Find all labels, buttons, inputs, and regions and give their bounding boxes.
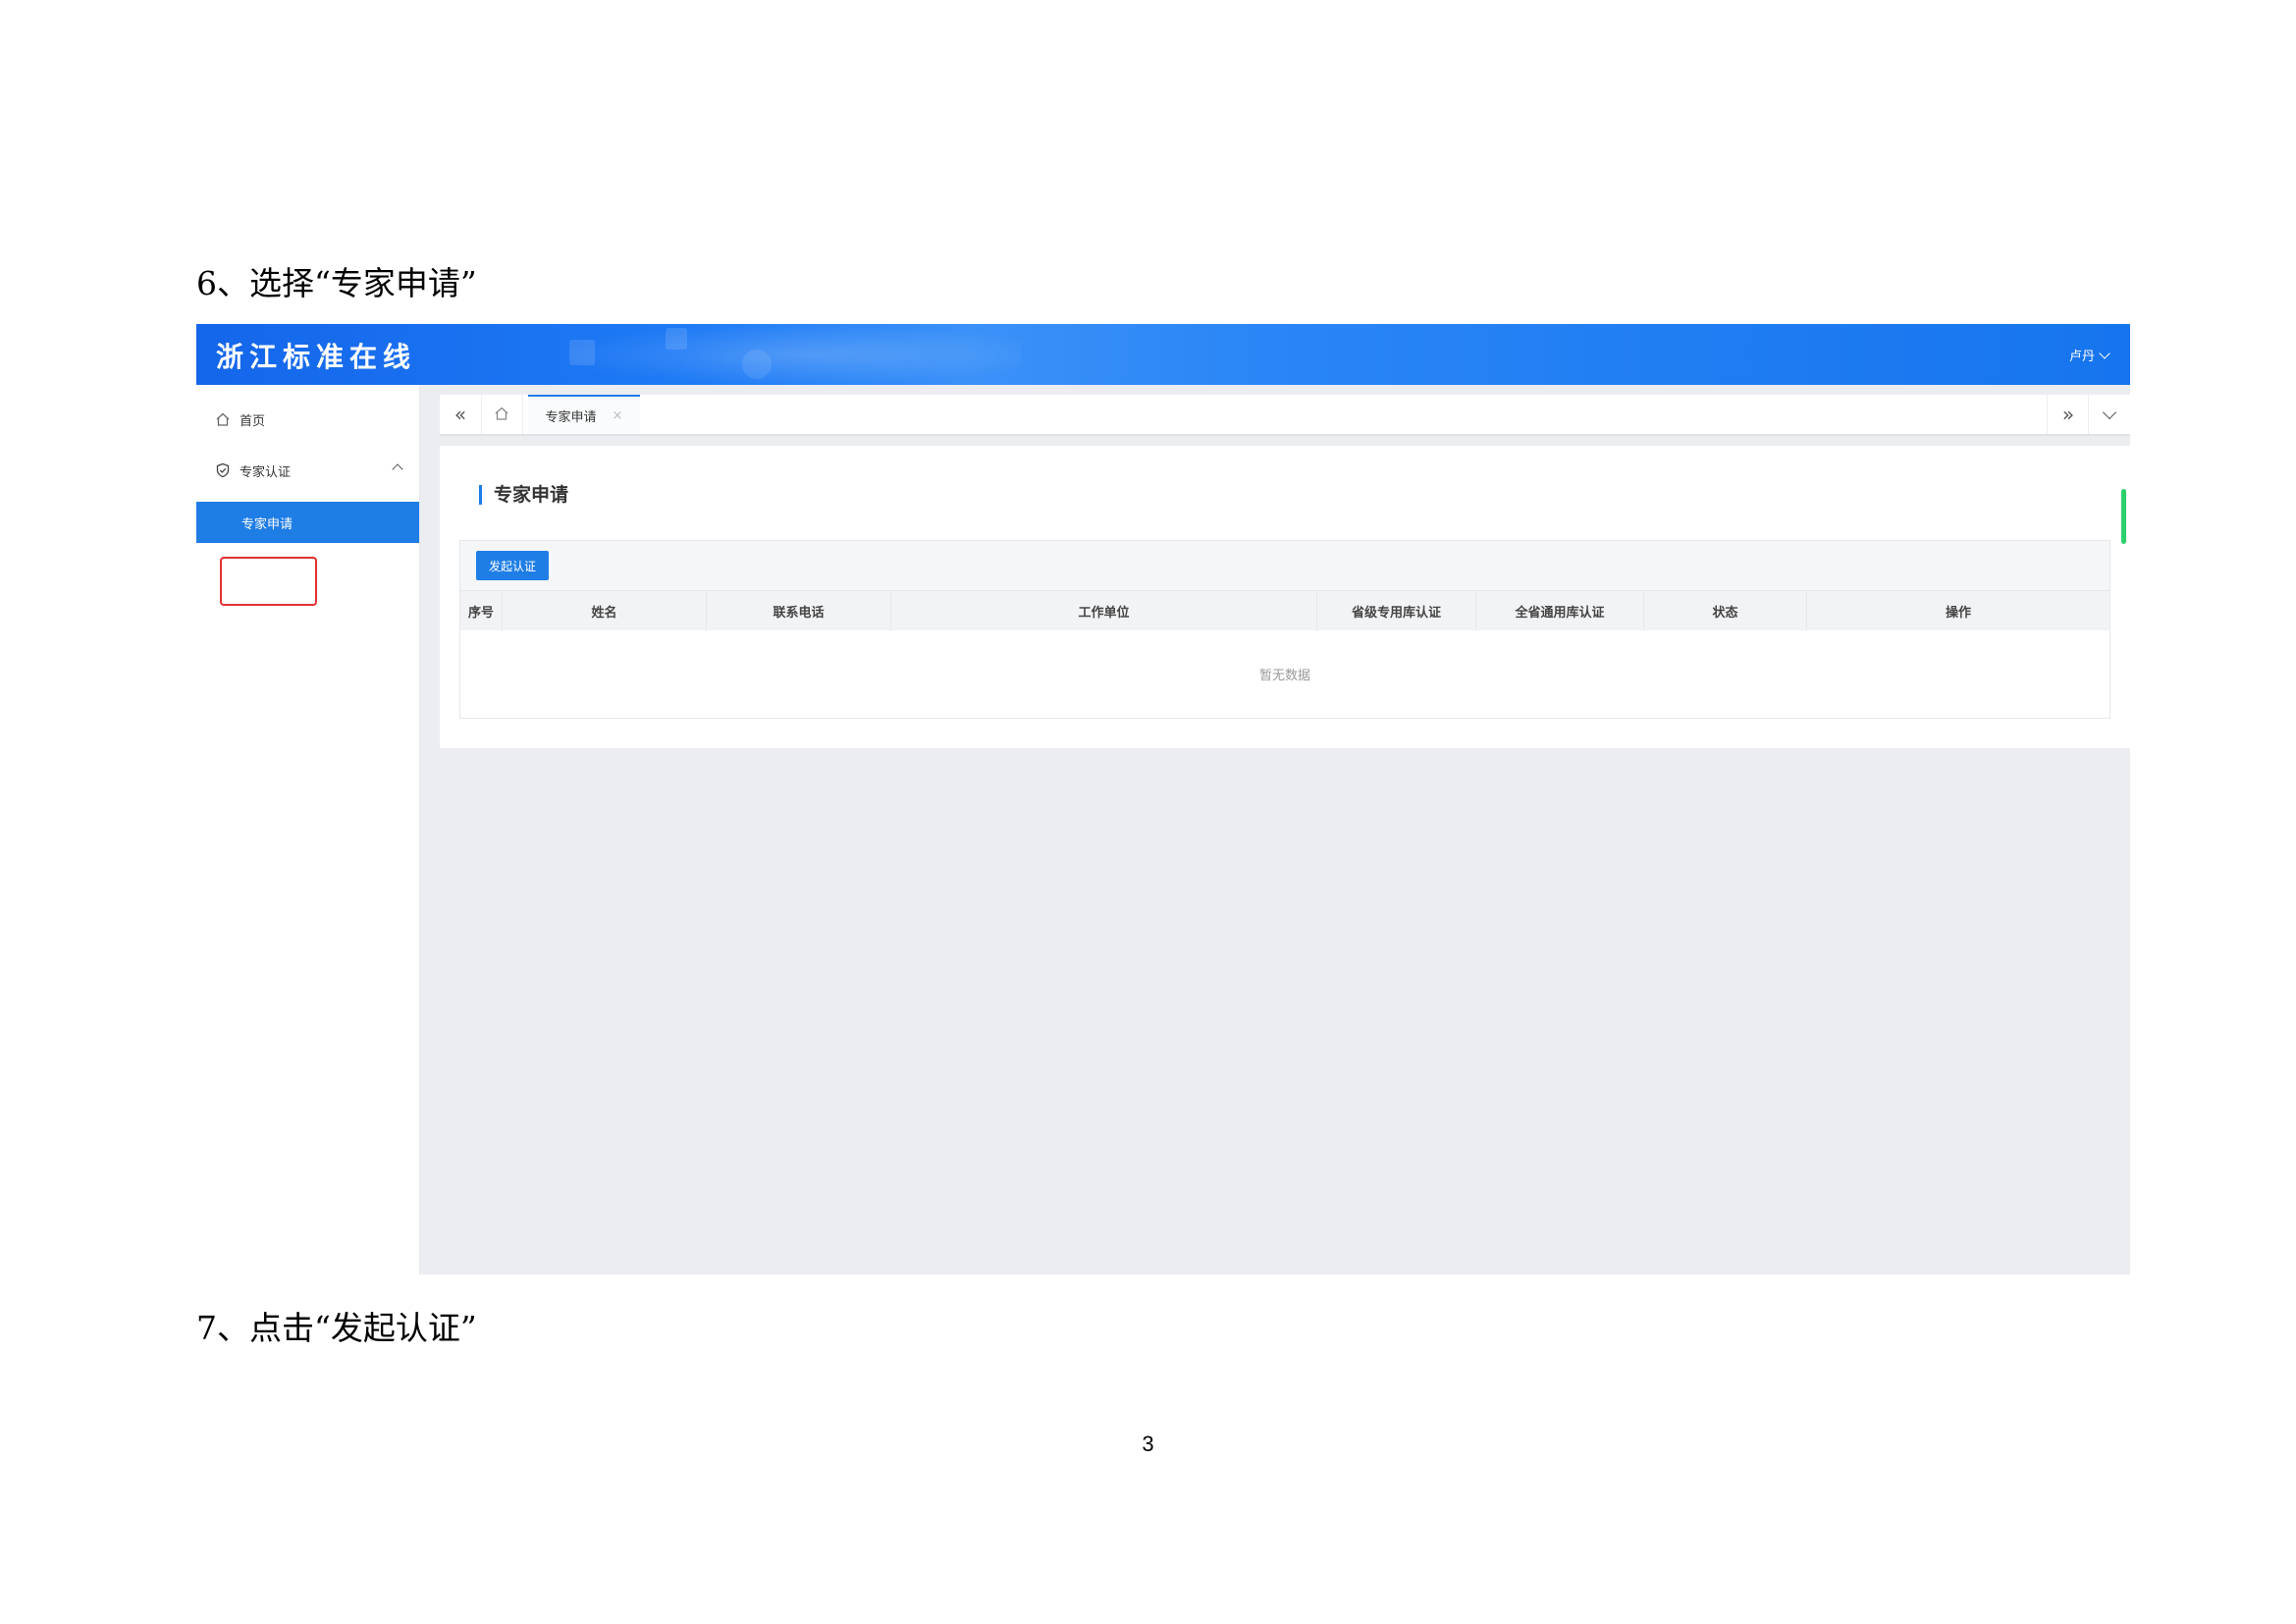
chevron-down-icon [2099,347,2110,359]
double-chevron-right-icon: » [2061,403,2075,426]
column-header: 序号 [460,591,503,630]
sidebar-item-label: 首页 [240,413,266,429]
sidebar-item-home[interactable]: 首页 [196,399,419,440]
sidebar-item-label: 专家认证 [240,464,292,480]
app-header: 浙江标准在线 卢丹 [196,324,2130,385]
table-header: 序号 姓名 联系电话 工作单位 省级专用库认证 全省通用库认证 状态 操作 [460,590,2109,631]
app-screenshot: 浙江标准在线 卢丹 首页 专家认证 专家申请 « 专家申请 × » 专家申请 发… [196,324,2130,1274]
column-header: 省级专用库认证 [1317,591,1476,630]
column-header: 工作单位 [891,591,1317,630]
sidebar-item-expert-application[interactable]: 专家申请 [196,502,419,543]
scroll-tabs-right-button[interactable]: » [2047,395,2089,434]
sidebar-item-expert-certification[interactable]: 专家认证 [196,450,419,491]
user-menu[interactable]: 卢丹 [2068,346,2110,364]
empty-state-text: 暂无数据 [1258,669,1310,683]
tab-options-button[interactable] [2088,395,2130,434]
home-icon [214,410,232,428]
double-chevron-left-icon: « [454,403,467,426]
tab-expert-application[interactable]: 专家申请 × [528,395,640,434]
scroll-tabs-left-button[interactable]: « [440,395,482,434]
page-title: 专家申请 [479,485,568,505]
scrollbar[interactable] [2121,489,2126,544]
page-number: 3 [1142,1432,1154,1456]
step-6-instruction: 6、选择“专家申请” [196,264,477,302]
column-header: 操作 [1945,605,1971,621]
column-header: 全省通用库认证 [1476,591,1644,630]
column-header: 姓名 [503,591,707,630]
column-header: 联系电话 [707,591,891,630]
header-decoration-square [666,328,687,350]
home-icon [494,403,509,426]
start-certification-button[interactable]: 发起认证 [476,551,549,580]
app-logo: 浙江标准在线 [216,341,417,373]
tab-bar: « 专家申请 × » [440,395,2130,436]
tab-label: 专家申请 [545,409,597,425]
table-body: 暂无数据 [460,630,2109,718]
tab-home[interactable] [481,395,523,434]
shield-check-icon [214,461,232,479]
close-icon[interactable]: × [613,408,623,423]
header-decoration [550,324,1021,385]
sidebar-item-label: 专家申请 [241,516,294,532]
header-decoration-circle [742,350,772,379]
highlight-annotation-box [220,557,317,606]
step-7-instruction: 7、点击“发起认证” [196,1309,477,1347]
sidebar: 首页 专家认证 专家申请 [196,385,420,1274]
header-decoration-square [569,340,595,365]
column-header: 状态 [1644,591,1807,630]
chevron-up-icon [392,463,403,475]
content-card: 专家申请 发起认证 序号 姓名 联系电话 工作单位 省级专用库认证 全省通用库认… [440,446,2130,748]
chevron-down-icon [2102,405,2117,419]
table-panel: 发起认证 序号 姓名 联系电话 工作单位 省级专用库认证 全省通用库认证 状态 … [459,540,2110,719]
user-name: 卢丹 [2068,350,2095,364]
